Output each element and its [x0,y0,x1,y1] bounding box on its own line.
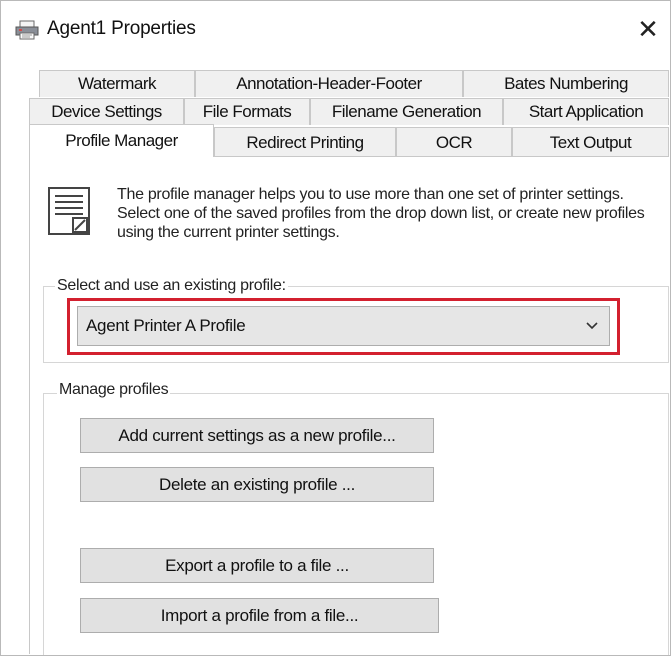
tab-profile-manager[interactable]: Profile Manager [29,124,214,157]
document-icon [48,187,90,235]
tab-ocr[interactable]: OCR [396,127,512,156]
tab-filename-generation[interactable]: Filename Generation [310,98,503,125]
manage-profiles-legend: Manage profiles [57,381,171,399]
select-profile-legend: Select and use an existing profile: [55,277,288,295]
window-title: Agent1 Properties [47,18,196,39]
printer-icon [15,20,39,40]
profile-dropdown[interactable]: Agent Printer A Profile [77,306,610,346]
chevron-down-icon [586,322,598,330]
tab-file-formats[interactable]: File Formats [184,98,310,125]
tab-annotation-header-footer[interactable]: Annotation-Header-Footer [195,70,463,97]
export-profile-button[interactable]: Export a profile to a file ... [80,548,434,583]
tab-watermark[interactable]: Watermark [39,70,195,97]
intro-description: The profile manager helps you to use mor… [117,186,645,241]
profile-dropdown-value: Agent Printer A Profile [86,316,246,335]
tab-text-output[interactable]: Text Output [512,127,669,156]
delete-profile-button[interactable]: Delete an existing profile ... [80,467,434,502]
tab-redirect-printing[interactable]: Redirect Printing [214,127,396,156]
tab-device-settings[interactable]: Device Settings [29,98,184,125]
import-profile-button[interactable]: Import a profile from a file... [80,598,439,633]
tab-bates-numbering[interactable]: Bates Numbering [463,70,669,97]
close-button[interactable]: ✕ [628,11,668,47]
title-bar[interactable]: Agent1 Properties ✕ [1,1,670,59]
tab-start-application[interactable]: Start Application [503,98,669,125]
properties-dialog: Agent1 Properties ✕ Watermark Annotation… [0,0,671,656]
add-profile-button[interactable]: Add current settings as a new profile... [80,418,434,453]
